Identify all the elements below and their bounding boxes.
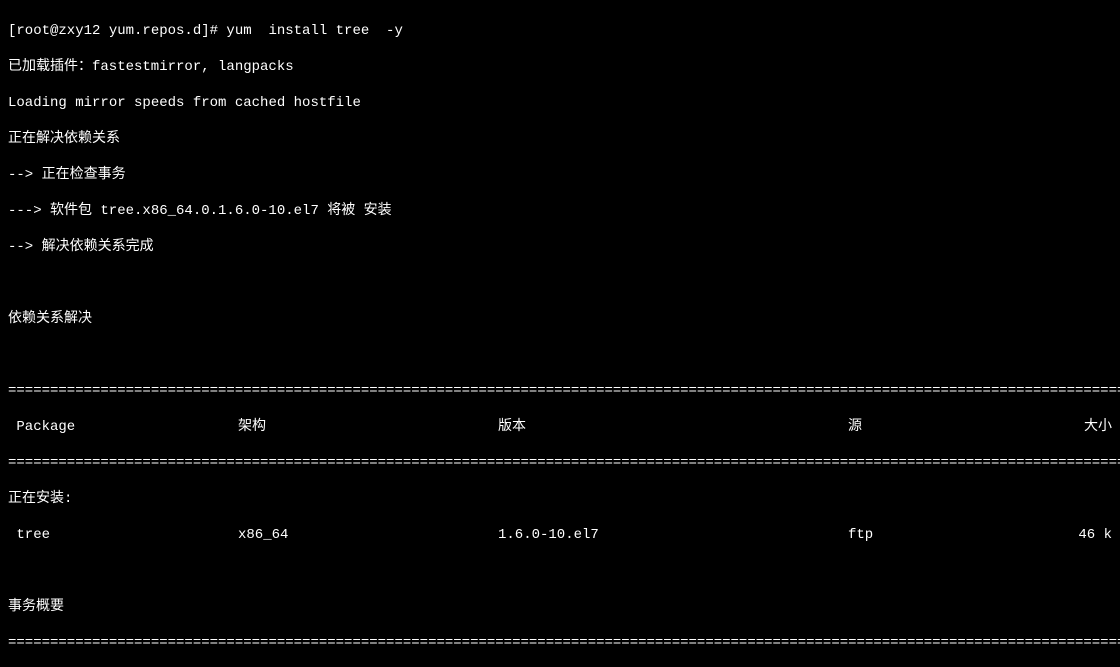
- cell-repo: ftp: [848, 526, 1058, 544]
- output-line: ---> 软件包 tree.x86_64.0.1.6.0-10.el7 将被 安…: [8, 202, 1112, 220]
- output-line: 依赖关系解决: [8, 310, 1112, 328]
- output-line: --> 解决依赖关系完成: [8, 238, 1112, 256]
- command-prompt: [root@zxy12 yum.repos.d]# yum install tr…: [8, 22, 1112, 40]
- col-version: 版本: [498, 418, 848, 436]
- col-size: 大小: [1058, 418, 1112, 436]
- blank-line: [8, 562, 1112, 580]
- cell-arch: x86_64: [238, 526, 498, 544]
- cell-version: 1.6.0-10.el7: [498, 526, 848, 544]
- cell-size: 46 k: [1058, 526, 1112, 544]
- divider-rule: ========================================…: [8, 382, 1112, 400]
- table-header: Package 架构 版本 源 大小: [8, 418, 1112, 436]
- output-line: 已加载插件：fastestmirror, langpacks: [8, 58, 1112, 76]
- terminal-output: [root@zxy12 yum.repos.d]# yum install tr…: [0, 0, 1120, 667]
- section-summary: 事务概要: [8, 598, 1112, 616]
- table-row: tree x86_64 1.6.0-10.el7 ftp 46 k: [8, 526, 1112, 544]
- divider-rule: ========================================…: [8, 454, 1112, 472]
- blank-line: [8, 346, 1112, 364]
- divider-rule: ========================================…: [8, 634, 1112, 652]
- output-line: 正在解决依赖关系: [8, 130, 1112, 148]
- blank-line: [8, 274, 1112, 292]
- col-repo: 源: [848, 418, 1058, 436]
- col-arch: 架构: [238, 418, 498, 436]
- output-line: --> 正在检查事务: [8, 166, 1112, 184]
- col-package: Package: [8, 418, 238, 436]
- cell-package: tree: [8, 526, 238, 544]
- output-line: Loading mirror speeds from cached hostfi…: [8, 94, 1112, 112]
- section-installing: 正在安装:: [8, 490, 1112, 508]
